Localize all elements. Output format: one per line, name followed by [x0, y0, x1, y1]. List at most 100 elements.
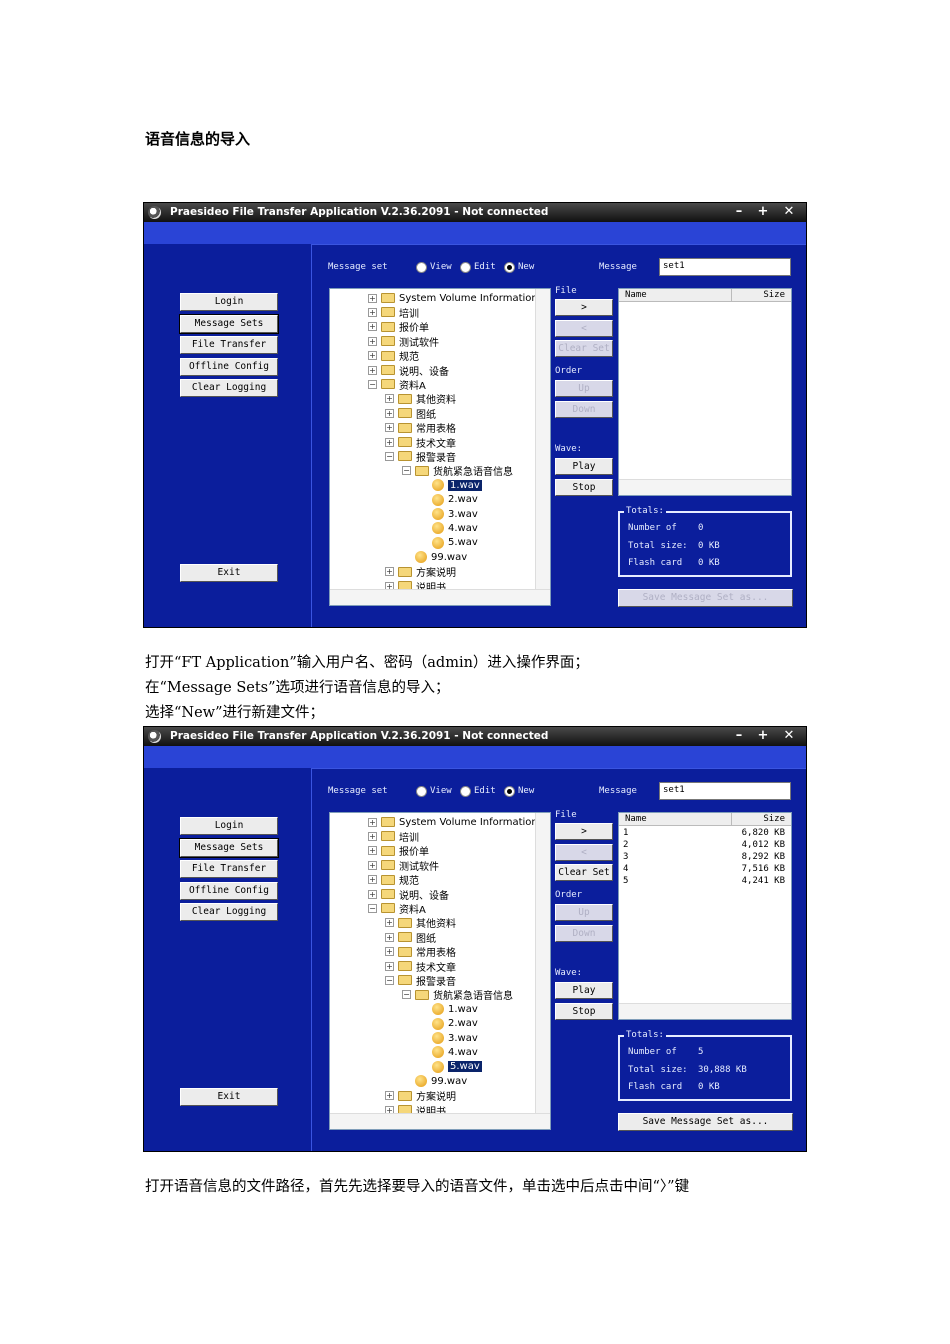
stop-button[interactable]: Stop: [555, 1003, 613, 1020]
list-horizontal-scrollbar[interactable]: [619, 1003, 791, 1019]
tree-row[interactable]: + 报价单: [368, 320, 429, 334]
exit-button[interactable]: Exit: [180, 1088, 278, 1106]
message-sets-button[interactable]: Message Sets: [179, 314, 279, 334]
collapse-icon[interactable]: −: [368, 379, 377, 389]
tree-row[interactable]: + 培训: [368, 305, 419, 320]
tree-row[interactable]: 99.wav: [402, 1074, 467, 1088]
expand-icon[interactable]: +: [385, 423, 394, 433]
tree-row[interactable]: + 规范: [368, 873, 419, 887]
close-button[interactable]: ✕: [781, 204, 797, 220]
tree-row[interactable]: + 常用表格: [385, 421, 456, 435]
login-button[interactable]: Login: [180, 817, 278, 835]
offline-config-button[interactable]: Offline Config: [180, 358, 278, 376]
expand-icon[interactable]: +: [385, 394, 394, 404]
size-column-header[interactable]: Size: [763, 290, 785, 300]
tree-row[interactable]: + 说明、设备: [368, 887, 449, 902]
tree-row[interactable]: 2.wav: [419, 493, 478, 507]
message-file-list[interactable]: Name Size 1 6,820 KB 2 4,012 KB 3 8,292 KB 4 7,…: [618, 812, 792, 1020]
save-message-set-button[interactable]: Save Message Set as...: [618, 1113, 793, 1131]
tree-row[interactable]: + 其他资料: [385, 392, 456, 406]
tree-row[interactable]: 4.wav: [419, 521, 478, 535]
tree-row[interactable]: 1.wav: [419, 478, 482, 492]
tree-row[interactable]: − 报警录音: [385, 449, 456, 464]
list-item[interactable]: 1 6,820 KB: [619, 828, 791, 840]
down-button[interactable]: Down: [555, 401, 613, 418]
play-button[interactable]: Play: [555, 982, 613, 999]
tree-row[interactable]: + 图纸: [385, 930, 436, 945]
expand-icon[interactable]: +: [385, 1091, 394, 1101]
tree-row[interactable]: 4.wav: [419, 1045, 478, 1059]
stop-button[interactable]: Stop: [555, 479, 613, 496]
tree-row[interactable]: − 资料A: [368, 901, 426, 916]
up-button[interactable]: Up: [555, 380, 613, 397]
tree-row[interactable]: − 货航紧急语音信息: [402, 988, 513, 1002]
tree-row[interactable]: + System Volume Information: [368, 291, 538, 305]
view-radio[interactable]: [416, 786, 427, 797]
expand-icon[interactable]: +: [368, 322, 377, 332]
tree-row[interactable]: + 方案说明: [385, 565, 456, 579]
list-horizontal-scrollbar[interactable]: [619, 479, 791, 495]
folder-tree[interactable]: + System Volume Information + 培训 + 报价单 + 测试软件 + 规…: [329, 288, 551, 606]
tree-row[interactable]: + System Volume Information: [368, 815, 538, 829]
expand-icon[interactable]: +: [385, 932, 394, 942]
maximize-button[interactable]: +: [755, 204, 771, 220]
message-name-input[interactable]: set1: [659, 258, 791, 276]
tree-row[interactable]: 3.wav: [419, 1031, 478, 1045]
file-transfer-button[interactable]: File Transfer: [180, 860, 278, 878]
expand-icon[interactable]: +: [385, 567, 394, 577]
expand-icon[interactable]: +: [368, 875, 377, 885]
name-column-header[interactable]: Name: [625, 290, 647, 300]
tree-row[interactable]: + 测试软件: [368, 334, 439, 349]
down-button[interactable]: Down: [555, 925, 613, 942]
tree-horizontal-scrollbar[interactable]: [330, 589, 550, 605]
expand-icon[interactable]: +: [385, 947, 394, 957]
expand-icon[interactable]: +: [368, 846, 377, 856]
edit-radio[interactable]: [460, 262, 471, 273]
minimize-button[interactable]: –: [731, 728, 747, 744]
collapse-icon[interactable]: −: [385, 975, 394, 985]
login-button[interactable]: Login: [180, 293, 278, 311]
tree-row[interactable]: + 技术文章: [385, 959, 456, 974]
new-radio[interactable]: [504, 786, 515, 797]
expand-icon[interactable]: +: [368, 831, 377, 841]
maximize-button[interactable]: +: [755, 728, 771, 744]
tree-row[interactable]: 5.wav: [419, 1060, 482, 1074]
expand-icon[interactable]: +: [385, 408, 394, 418]
exit-button[interactable]: Exit: [180, 564, 278, 582]
remove-file-button[interactable]: <: [555, 844, 613, 861]
edit-radio[interactable]: [460, 786, 471, 797]
clear-logging-button[interactable]: Clear Logging: [180, 903, 278, 921]
expand-icon[interactable]: +: [368, 889, 377, 899]
message-sets-button[interactable]: Message Sets: [179, 838, 279, 858]
message-name-input[interactable]: set1: [659, 782, 791, 800]
tree-row[interactable]: + 规范: [368, 349, 419, 363]
expand-icon[interactable]: +: [385, 918, 394, 928]
expand-icon[interactable]: +: [368, 860, 377, 870]
close-button[interactable]: ✕: [781, 728, 797, 744]
save-message-set-button[interactable]: Save Message Set as...: [618, 589, 793, 607]
list-item[interactable]: 5 4,241 KB: [619, 876, 791, 888]
folder-tree[interactable]: + System Volume Information + 培训 + 报价单 + 测试软件 + 规…: [329, 812, 551, 1130]
tree-row[interactable]: 5.wav: [419, 536, 478, 550]
tree-row[interactable]: − 货航紧急语音信息: [402, 464, 513, 478]
collapse-icon[interactable]: −: [402, 466, 411, 476]
tree-row[interactable]: + 图纸: [385, 406, 436, 421]
add-file-button[interactable]: >: [555, 823, 613, 840]
tree-row[interactable]: + 技术文章: [385, 435, 456, 450]
tree-vertical-scrollbar[interactable]: [535, 813, 550, 1113]
tree-row[interactable]: + 培训: [368, 829, 419, 844]
tree-row[interactable]: 2.wav: [419, 1017, 478, 1031]
list-item[interactable]: 2 4,012 KB: [619, 840, 791, 852]
expand-icon[interactable]: +: [368, 817, 377, 827]
expand-icon[interactable]: +: [385, 437, 394, 447]
remove-file-button[interactable]: <: [555, 320, 613, 337]
tree-vertical-scrollbar[interactable]: [535, 289, 550, 589]
list-item[interactable]: 3 8,292 KB: [619, 852, 791, 864]
view-radio[interactable]: [416, 262, 427, 273]
size-column-header[interactable]: Size: [763, 814, 785, 824]
tree-row[interactable]: + 说明、设备: [368, 363, 449, 378]
tree-row[interactable]: − 报警录音: [385, 973, 456, 988]
clear-set-button[interactable]: Clear Set: [555, 864, 613, 881]
tree-row[interactable]: + 方案说明: [385, 1089, 456, 1103]
collapse-icon[interactable]: −: [385, 451, 394, 461]
